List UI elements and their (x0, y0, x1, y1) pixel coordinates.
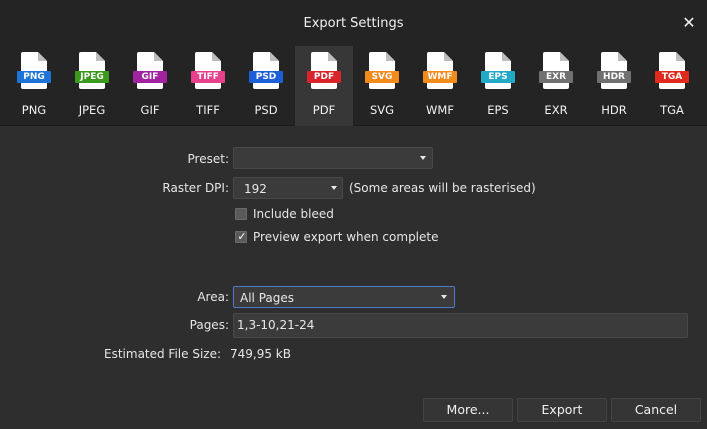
format-tab-wmf[interactable]: WMF WMF (411, 46, 469, 126)
format-tab-exr[interactable]: EXR EXR (527, 46, 585, 126)
format-tab-hdr[interactable]: HDR HDR (585, 46, 643, 126)
format-strip: PNG PNG JPEG JPEG GIF GIF TIFF TIFF PSD PSD PDF PDF… (0, 46, 707, 126)
format-badge: PSD (249, 71, 283, 83)
preset-dropdown[interactable] (233, 147, 433, 169)
format-tab-pdf[interactable]: PDF PDF (295, 46, 353, 126)
format-badge: HDR (597, 71, 631, 83)
more-button[interactable]: More... (423, 398, 513, 422)
export-settings-dialog: Export Settings ✕ PNG PNG JPEG JPEG GIF GIF TI… (0, 0, 707, 429)
gif-file-icon: GIF (133, 52, 167, 89)
format-tab-eps[interactable]: EPS EPS (469, 46, 527, 126)
format-tab-png[interactable]: PNG PNG (5, 46, 63, 126)
format-label: EXR (544, 103, 568, 117)
preset-label: Preset: (187, 152, 229, 166)
format-label: PSD (254, 103, 278, 117)
format-badge: SVG (365, 71, 399, 83)
format-tab-gif[interactable]: GIF GIF (121, 46, 179, 126)
exr-file-icon: EXR (539, 52, 573, 89)
raster-note: (Some areas will be rasterised) (349, 181, 536, 195)
format-label: EPS (487, 103, 509, 117)
hdr-file-icon: HDR (597, 52, 631, 89)
estimated-size-label: Estimated File Size: (104, 347, 222, 361)
checkmark-icon: ✓ (237, 230, 247, 243)
chevron-down-icon (420, 156, 426, 160)
format-badge: TGA (655, 71, 689, 83)
format-label: HDR (601, 103, 627, 117)
cancel-button[interactable]: Cancel (611, 398, 701, 422)
format-badge: EXR (539, 71, 573, 83)
chevron-down-icon (441, 295, 447, 299)
chevron-down-icon[interactable] (331, 186, 337, 190)
format-tab-tga[interactable]: TGA TGA (643, 46, 701, 126)
export-button[interactable]: Export (517, 398, 607, 422)
format-label: SVG (369, 103, 395, 117)
format-tab-tiff[interactable]: TIFF TIFF (179, 46, 237, 126)
format-label: GIF (140, 103, 160, 117)
title-bar: Export Settings ✕ (0, 0, 707, 46)
format-badge: JPEG (75, 71, 109, 83)
format-label: PDF (312, 103, 336, 117)
format-label: PNG (21, 103, 47, 117)
format-badge: TIFF (191, 71, 225, 83)
eps-file-icon: EPS (481, 52, 515, 89)
pages-value: 1,3-10,21-24 (237, 318, 315, 332)
raster-dpi-combo[interactable]: 192 (233, 177, 343, 199)
pages-label: Pages: (189, 318, 229, 332)
raster-dpi-label: Raster DPI: (162, 181, 229, 195)
include-bleed-checkbox[interactable] (235, 208, 247, 220)
tga-file-icon: TGA (655, 52, 689, 89)
preview-export-label: Preview export when complete (253, 230, 439, 244)
format-label: JPEG (78, 103, 106, 117)
png-file-icon: PNG (17, 52, 51, 89)
psd-file-icon: PSD (249, 52, 283, 89)
format-badge: EPS (481, 71, 515, 83)
format-label: TGA (660, 103, 684, 117)
area-dropdown[interactable]: All Pages (233, 286, 455, 308)
format-badge: PNG (17, 71, 51, 83)
raster-dpi-value: 192 (244, 182, 267, 196)
pages-input[interactable]: 1,3-10,21-24 (233, 313, 688, 338)
format-badge: WMF (423, 71, 457, 83)
format-label: TIFF (196, 103, 220, 117)
tiff-file-icon: TIFF (191, 52, 225, 89)
pdf-file-icon: PDF (307, 52, 341, 89)
preview-export-checkbox[interactable]: ✓ (235, 230, 247, 243)
format-label: WMF (426, 103, 454, 117)
close-icon[interactable]: ✕ (679, 13, 699, 33)
jpeg-file-icon: JPEG (75, 52, 109, 89)
estimated-size-value: 749,95 kB (230, 347, 291, 361)
format-badge: PDF (307, 71, 341, 83)
format-tab-svg[interactable]: SVG SVG (353, 46, 411, 126)
format-badge: GIF (133, 71, 167, 83)
wmf-file-icon: WMF (423, 52, 457, 89)
area-value: All Pages (240, 291, 294, 305)
dialog-title: Export Settings (303, 16, 404, 31)
format-tab-jpeg[interactable]: JPEG JPEG (63, 46, 121, 126)
svg-file-icon: SVG (365, 52, 399, 89)
include-bleed-label: Include bleed (253, 207, 334, 221)
format-tab-psd[interactable]: PSD PSD (237, 46, 295, 126)
area-label: Area: (197, 290, 229, 304)
